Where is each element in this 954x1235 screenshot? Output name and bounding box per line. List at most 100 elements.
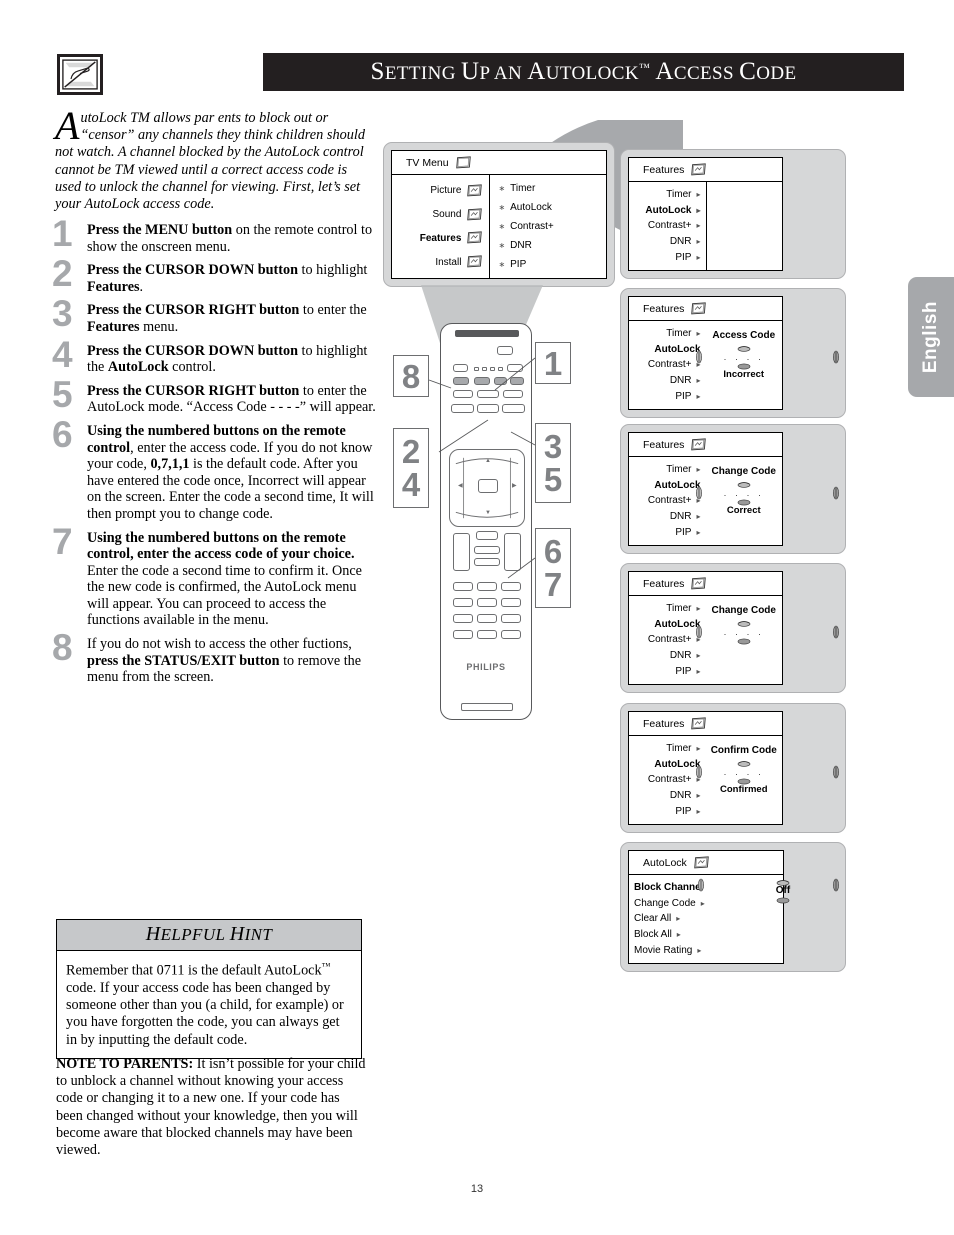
menu-item-timer[interactable]: Timer ▸ <box>666 328 700 339</box>
panel-status-text: Correct <box>726 505 761 516</box>
step-number-7: 7 <box>52 520 73 562</box>
language-tab-label: English <box>920 300 941 374</box>
menu-item-timer[interactable]: Timer ▸ <box>666 464 700 475</box>
menu-item-label: DNR <box>669 236 692 248</box>
panel-access-code-incorrect-title-row: Features <box>629 297 782 321</box>
menu-item-label: AutoLock <box>654 758 701 770</box>
tv-menu-sub-timer[interactable]: ∗ Timer <box>498 183 606 194</box>
remote-cursor-dpad: ▲ ▼ ◀ ▶ <box>449 449 525 527</box>
menu-item-pip[interactable]: PIP ▸ <box>675 391 700 402</box>
menu-item-timer[interactable]: Timer ▸ <box>666 189 700 200</box>
panel-heading: Change Code <box>711 605 776 616</box>
panel-title: Features <box>643 163 685 176</box>
menu-item-contrast-[interactable]: Contrast+ ▸ <box>648 359 701 370</box>
page-header-bar: SETTING UP AN AUTOLOCK™ ACCESS CODE <box>263 53 904 91</box>
tv-menu-item-install[interactable]: Install <box>435 255 483 269</box>
menu-item-label: DNR <box>669 790 692 802</box>
menu-item-dnr[interactable]: DNR ▸ <box>670 790 701 801</box>
remote-smart-sound-button <box>474 546 500 554</box>
cursor-left-icon <box>695 764 702 779</box>
callout-number: 5 <box>543 461 563 498</box>
menu-item-label: Clear All <box>634 913 672 925</box>
block-channel-value: Off <box>775 885 791 896</box>
menu-item-autolock[interactable]: AutoLock <box>654 480 700 491</box>
tv-menu-item-label: Picture <box>430 185 462 197</box>
step-6: 6 Using the numbered buttons on the remot… <box>52 416 377 523</box>
menu-item-label: PIP <box>675 526 692 538</box>
menu-item-contrast-[interactable]: Contrast+ ▸ <box>648 774 701 785</box>
menu-item-block-channel[interactable]: Block Channel <box>634 882 703 893</box>
remote-smart-picture-button <box>474 558 500 566</box>
menu-item-autolock[interactable]: AutoLock ▸ <box>645 205 700 216</box>
callout-number: 4 <box>401 466 421 503</box>
panel-heading: Confirm Code <box>710 745 777 756</box>
menu-item-label: PIP <box>675 805 692 817</box>
menu-item-pip[interactable]: PIP ▸ <box>675 527 700 538</box>
menu-item-pip[interactable]: PIP ▸ <box>675 252 700 263</box>
tv-menu-sub-dnr[interactable]: ∗ DNR <box>498 240 606 251</box>
step-number-3: 3 <box>52 293 73 335</box>
remote-mode-button <box>507 364 523 372</box>
remote-sleep-button <box>510 377 524 385</box>
menu-item-contrast-[interactable]: Contrast+ ▸ <box>648 495 701 506</box>
menu-item-dnr[interactable]: DNR ▸ <box>670 236 701 247</box>
tv-menu-sub-contrastplus[interactable]: ∗ Contrast+ <box>498 221 606 232</box>
menu-item-clear-all[interactable]: Clear All ▸ <box>634 913 680 924</box>
cursor-right-icon <box>832 349 839 364</box>
tv-menu-item-features[interactable]: Features <box>420 231 484 245</box>
tv-menu-item-picture[interactable]: Picture <box>430 184 483 198</box>
note-to-parents: NOTE TO PARENTS: It isn’t possible for y… <box>56 1056 366 1159</box>
callout-number: 6 <box>543 533 563 570</box>
menu-item-change-code[interactable]: Change Code ▸ <box>634 898 705 909</box>
menu-item-block-all[interactable]: Block All ▸ <box>634 929 681 940</box>
remote-sap-button <box>474 377 490 385</box>
menu-item-timer[interactable]: Timer ▸ <box>666 603 700 614</box>
menu-item-label: PIP <box>675 665 692 677</box>
cursor-right-icon <box>832 877 839 892</box>
panel-status-text: Confirmed <box>720 784 768 795</box>
step-text-7: Using the numbered buttons on the remote… <box>87 529 362 629</box>
panel-title: Features <box>643 577 685 590</box>
tv-menu-sub-autolock[interactable]: ∗ AutoLock <box>498 202 606 213</box>
cursor-down-icon <box>776 897 790 904</box>
menu-item-dnr[interactable]: DNR ▸ <box>670 511 701 522</box>
menu-item-label: Change Code <box>634 897 696 909</box>
menu-item-autolock[interactable]: AutoLock <box>654 344 700 355</box>
tv-menu-item-label: Install <box>435 256 462 268</box>
menu-item-contrast-[interactable]: Contrast+ ▸ <box>648 634 701 645</box>
menu-item-label: PIP <box>675 251 692 263</box>
menu-item-autolock[interactable]: AutoLock <box>654 759 700 770</box>
bullet-icon: ∗ <box>498 203 506 212</box>
remote-surf-button <box>453 377 469 385</box>
remote-key-0 <box>477 630 497 639</box>
remote-volume-rocker <box>453 533 470 571</box>
menu-item-autolock[interactable]: AutoLock <box>654 619 700 630</box>
menu-item-pip[interactable]: PIP ▸ <box>675 806 700 817</box>
remote-ir-window <box>455 330 519 337</box>
tv-menu-title: TV Menu <box>406 156 449 169</box>
features-icon <box>690 437 707 452</box>
menu-item-label: Timer <box>666 328 692 340</box>
menu-item-label: Timer <box>666 464 692 476</box>
sound-icon <box>466 208 483 222</box>
menu-item-movie-rating[interactable]: Movie Rating ▸ <box>634 945 701 956</box>
menu-item-dnr[interactable]: DNR ▸ <box>670 650 701 661</box>
menu-item-label: DNR <box>669 650 692 662</box>
tv-menu-item-sound[interactable]: Sound <box>433 208 484 222</box>
menu-item-pip[interactable]: PIP ▸ <box>675 666 700 677</box>
panel-autolock-menu: AutoLock Block Channel Change Code ▸ Clear A… <box>620 842 846 972</box>
menu-item-timer[interactable]: Timer ▸ <box>666 743 700 754</box>
step-1: 1 Press the MENU button on the remote con… <box>52 215 377 255</box>
tv-menu-sub-pip[interactable]: ∗ PIP <box>498 259 606 270</box>
bullet-icon: ∗ <box>498 260 506 269</box>
callout-number: 3 <box>543 428 563 465</box>
menu-item-contrast-[interactable]: Contrast+ ▸ <box>648 220 701 231</box>
remote-battery-cover <box>461 703 513 711</box>
menu-item-dnr[interactable]: DNR ▸ <box>670 375 701 386</box>
step-text-5: Press the CURSOR RIGHT button to enter t… <box>87 382 376 416</box>
features-icon <box>690 576 707 591</box>
bullet-icon: ∗ <box>498 241 506 250</box>
callout-number: 7 <box>543 566 563 603</box>
cursor-up-icon <box>776 880 790 886</box>
cursor-down-icon <box>737 363 751 370</box>
